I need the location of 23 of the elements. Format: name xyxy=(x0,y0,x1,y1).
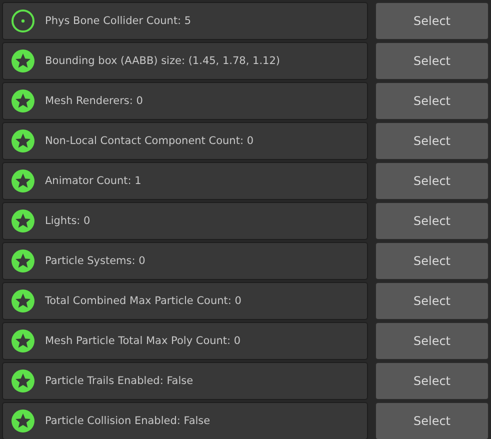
info-label: Mesh Particle Total Max Poly Count: 0 xyxy=(45,335,241,347)
select-button[interactable]: Select xyxy=(375,322,489,360)
select-button[interactable]: Select xyxy=(375,242,489,280)
info-label: Bounding box (AABB) size: (1.45, 1.78, 1.12) xyxy=(45,55,280,67)
ring-icon xyxy=(11,9,35,33)
info-label: Lights: 0 xyxy=(45,215,90,227)
select-button[interactable]: Select xyxy=(375,2,489,40)
select-button[interactable]: Select xyxy=(375,162,489,200)
select-button[interactable]: Select xyxy=(375,402,489,439)
select-button[interactable]: Select xyxy=(375,202,489,240)
select-button[interactable]: Select xyxy=(375,42,489,80)
info-label: Animator Count: 1 xyxy=(45,175,142,187)
info-label: Particle Systems: 0 xyxy=(45,255,146,267)
info-label: Phys Bone Collider Count: 5 xyxy=(45,15,192,27)
info-label: Mesh Renderers: 0 xyxy=(45,95,143,107)
select-button[interactable]: Select xyxy=(375,82,489,120)
info-label: Total Combined Max Particle Count: 0 xyxy=(45,295,242,307)
select-button[interactable]: Select xyxy=(375,282,489,320)
info-label: Particle Trails Enabled: False xyxy=(45,375,194,387)
select-button[interactable]: Select xyxy=(375,362,489,400)
select-button[interactable]: Select xyxy=(375,122,489,160)
info-label: Particle Collision Enabled: False xyxy=(45,415,210,427)
info-label: Non-Local Contact Component Count: 0 xyxy=(45,135,254,147)
